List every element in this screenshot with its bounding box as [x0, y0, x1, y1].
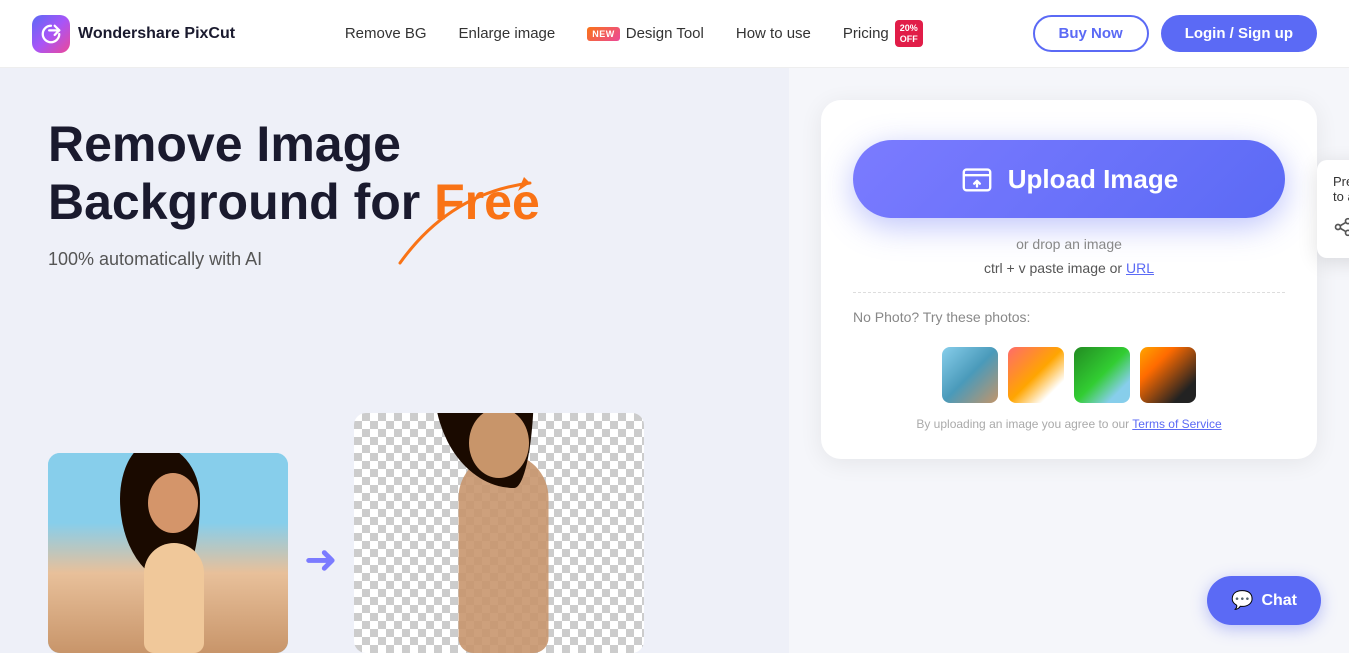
nav-cta: Buy Now Login / Sign up — [1033, 15, 1317, 52]
logo-icon — [32, 15, 70, 53]
buy-now-button[interactable]: Buy Now — [1033, 15, 1149, 52]
nav-remove-bg[interactable]: Remove BG — [345, 25, 427, 42]
nav-links: Remove BG Enlarge image NEW Design Tool … — [345, 20, 923, 48]
sample-photos — [942, 347, 1196, 403]
demo-result-image — [354, 413, 644, 653]
hero-title: Remove Image Background for Free — [48, 116, 741, 231]
sample-photo-4[interactable] — [1140, 347, 1196, 403]
nav-enlarge[interactable]: Enlarge image — [459, 25, 556, 42]
divider — [853, 292, 1285, 293]
no-photo-section: No Photo? Try these photos: — [853, 309, 1285, 417]
tos-link[interactable]: Terms of Service — [1132, 417, 1221, 431]
demo-area: ➜ — [48, 413, 644, 653]
sample-photo-3[interactable] — [1074, 347, 1130, 403]
chat-button[interactable]: 💬 Chat — [1207, 576, 1321, 625]
share-icon — [1333, 217, 1349, 242]
upload-panel: Upload Image or drop an image ctrl + v p… — [789, 68, 1349, 653]
main-content: Remove Image Background for Free 100% au… — [0, 68, 1349, 653]
paste-text: ctrl + v paste image or URL — [984, 260, 1154, 276]
new-badge: NEW — [587, 27, 620, 41]
try-photos-label: No Photo? Try these photos: — [853, 309, 1030, 325]
navbar: Wondershare PixCut Remove BG Enlarge ima… — [0, 0, 1349, 68]
purple-arrow: ➜ — [304, 537, 338, 583]
hero-subtitle: 100% automatically with AI — [48, 249, 741, 270]
bookmark-popup: Press Ctrl + D to add bookmark Share to … — [1317, 160, 1349, 258]
login-button[interactable]: Login / Sign up — [1161, 15, 1317, 52]
brand-name: Wondershare PixCut — [78, 25, 235, 43]
chat-icon: 💬 — [1231, 590, 1253, 611]
terms-text: By uploading an image you agree to our T… — [916, 417, 1221, 431]
upload-icon — [960, 162, 994, 196]
bookmark-text: Press Ctrl + D to add bookmark — [1333, 174, 1349, 204]
demo-original-image — [48, 453, 288, 653]
brand-logo[interactable]: Wondershare PixCut — [32, 15, 235, 53]
url-link[interactable]: URL — [1126, 260, 1154, 276]
nav-pricing[interactable]: Pricing 20% OFF — [843, 20, 923, 48]
sample-photo-2[interactable] — [1008, 347, 1064, 403]
share-row: Share to get credits — [1333, 214, 1349, 244]
upload-card: Upload Image or drop an image ctrl + v p… — [821, 100, 1317, 459]
upload-image-button[interactable]: Upload Image — [853, 140, 1285, 218]
hero-section: Remove Image Background for Free 100% au… — [0, 68, 789, 653]
nav-design-tool[interactable]: NEW Design Tool — [587, 25, 704, 42]
sample-photo-1[interactable] — [942, 347, 998, 403]
drop-text: or drop an image — [1016, 236, 1122, 252]
off-badge: 20% OFF — [895, 20, 923, 48]
nav-how-to-use[interactable]: How to use — [736, 25, 811, 42]
